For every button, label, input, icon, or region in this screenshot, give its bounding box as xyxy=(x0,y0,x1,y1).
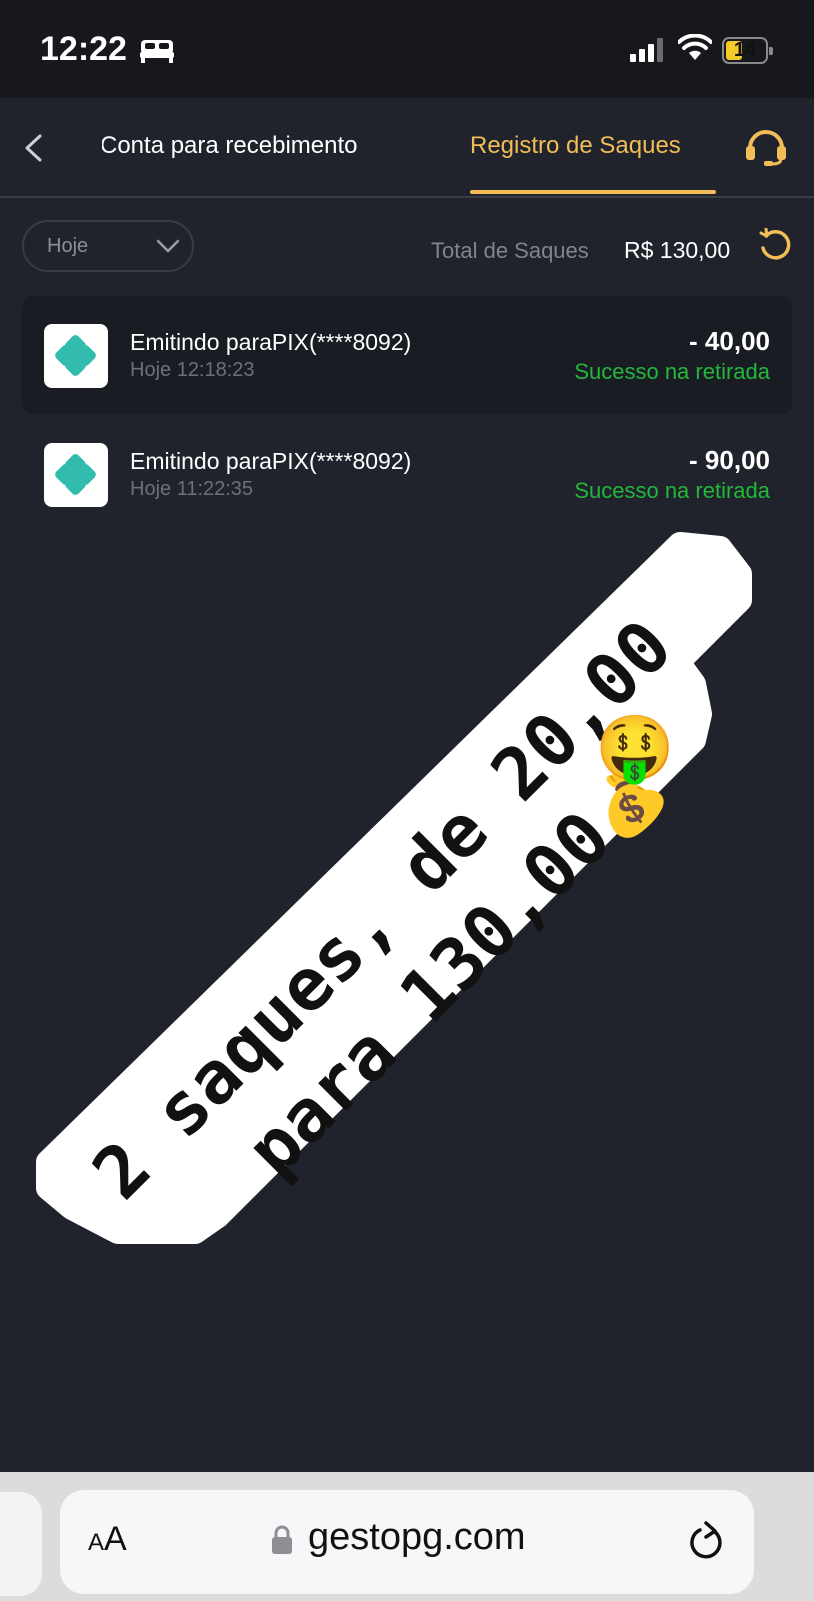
chevron-left-icon[interactable] xyxy=(22,133,44,163)
reload-icon[interactable] xyxy=(688,1520,726,1562)
status-time: 12:22 xyxy=(40,30,127,68)
withdrawal-status: Sucesso na retirada xyxy=(574,478,770,503)
withdrawal-time: Hoje 12:18:23 xyxy=(130,359,255,381)
date-filter-value: Hoje xyxy=(47,235,89,257)
total-saques-value: R$ 130,00 xyxy=(624,237,731,263)
total-saques-label: Total de Saques xyxy=(431,238,589,263)
previous-tab-peek[interactable] xyxy=(0,1492,42,1596)
cellular-signal-icon xyxy=(630,38,663,62)
battery-icon: 14 xyxy=(722,37,773,64)
sleep-mode-icon xyxy=(140,40,174,63)
sticker-line-1: 2 saques, de 20,00 xyxy=(77,604,688,1215)
headset-icon[interactable] xyxy=(744,126,788,166)
money-bag-emoji: 💰 xyxy=(576,751,678,853)
withdrawal-row[interactable]: Emitindo paraPIX(****8092) Hoje 12:18:23… xyxy=(22,296,792,414)
withdrawal-time: Hoje 11:22:35 xyxy=(130,478,254,500)
browser-toolbar: AA gestopg.com xyxy=(0,1472,814,1601)
address-bar[interactable]: AA gestopg.com xyxy=(60,1490,754,1594)
aa-small: A xyxy=(88,1529,105,1556)
header: Conta para recebimento Registro de Saque… xyxy=(0,98,814,198)
sticker-line-2: para 130,00💰 xyxy=(230,742,679,1191)
active-tab-indicator xyxy=(470,190,716,194)
pix-logo-icon xyxy=(44,443,108,507)
text-size-button[interactable]: AA xyxy=(88,1520,127,1559)
pix-logo-icon xyxy=(44,324,108,388)
withdrawal-amount: - 90,00 xyxy=(689,445,770,475)
withdrawal-title: Emitindo paraPIX(****8092) xyxy=(130,448,412,474)
status-bar: 12:22 14 xyxy=(0,0,814,98)
withdrawal-status: Sucesso na retirada xyxy=(574,359,770,384)
wifi-icon xyxy=(678,34,712,60)
date-filter-dropdown[interactable]: Hoje xyxy=(22,220,194,272)
tab-conta-para-recebimento[interactable]: Conta para recebimento xyxy=(102,132,357,160)
tab-registro-de-saques[interactable]: Registro de Saques xyxy=(470,132,681,160)
chevron-down-icon xyxy=(156,239,180,253)
money-face-emoji: 🤑 xyxy=(595,712,675,786)
refresh-icon[interactable] xyxy=(758,228,792,262)
sticker-line-2-text: para 130,00 xyxy=(230,795,627,1192)
aa-large: A xyxy=(104,1520,127,1558)
withdrawal-row[interactable]: Emitindo paraPIX(****8092) Hoje 11:22:35… xyxy=(22,415,792,533)
withdrawal-title: Emitindo paraPIX(****8092) xyxy=(130,329,412,355)
lock-icon xyxy=(272,1525,292,1554)
url-text[interactable]: gestopg.com xyxy=(308,1516,526,1559)
withdrawal-amount: - 40,00 xyxy=(689,326,770,356)
battery-level: 14 xyxy=(733,39,757,61)
